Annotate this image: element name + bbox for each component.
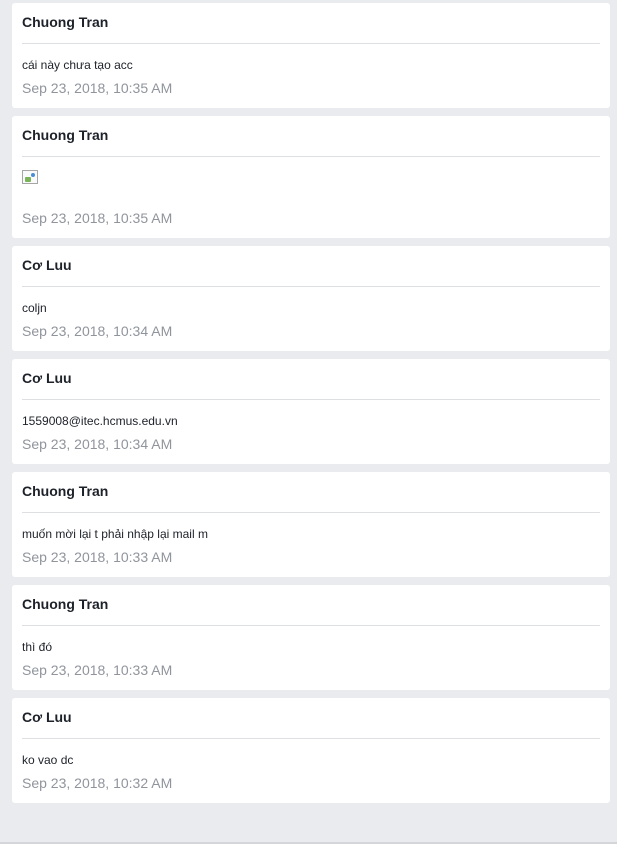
message-card: Cơ Luu coljn Sep 23, 2018, 10:34 AM [12, 246, 610, 351]
message-text: muốn mời lại t phải nhập lại mail m [22, 527, 208, 541]
message-text: 1559008@itec.hcmus.edu.vn [22, 414, 178, 428]
message-author[interactable]: Cơ Luu [22, 698, 600, 739]
message-timestamp[interactable]: Sep 23, 2018, 10:33 AM [22, 541, 600, 577]
message-text: coljn [22, 301, 47, 315]
message-text: ko vao dc [22, 753, 74, 767]
message-card: Chuong Tran thì đó Sep 23, 2018, 10:33 A… [12, 585, 610, 690]
message-timestamp[interactable]: Sep 23, 2018, 10:34 AM [22, 428, 600, 464]
message-timestamp[interactable]: Sep 23, 2018, 10:35 AM [22, 72, 600, 108]
message-attachment [22, 157, 600, 202]
message-card: Chuong Tran cái này chưa tạo acc Sep 23,… [12, 3, 610, 108]
broken-image-icon[interactable] [22, 170, 38, 184]
message-author[interactable]: Cơ Luu [22, 246, 600, 287]
message-card: Chuong Tran Sep 23, 2018, 10:35 AM [12, 116, 610, 238]
message-text: thì đó [22, 640, 53, 654]
message-timestamp[interactable]: Sep 23, 2018, 10:35 AM [22, 202, 600, 238]
message-author[interactable]: Chuong Tran [22, 3, 600, 44]
message-author[interactable]: Cơ Luu [22, 359, 600, 400]
message-feed: Chuong Tran cái này chưa tạo acc Sep 23,… [12, 3, 610, 811]
message-card: Chuong Tran muốn mời lại t phải nhập lại… [12, 472, 610, 577]
message-author[interactable]: Chuong Tran [22, 472, 600, 513]
message-card: Cơ Luu 1559008@itec.hcmus.edu.vn Sep 23,… [12, 359, 610, 464]
message-timestamp[interactable]: Sep 23, 2018, 10:33 AM [22, 654, 600, 690]
message-timestamp[interactable]: Sep 23, 2018, 10:32 AM [22, 767, 600, 803]
message-author[interactable]: Chuong Tran [22, 116, 600, 157]
message-author[interactable]: Chuong Tran [22, 585, 600, 626]
message-text: cái này chưa tạo acc [22, 58, 133, 72]
message-timestamp[interactable]: Sep 23, 2018, 10:34 AM [22, 315, 600, 351]
message-card: Cơ Luu ko vao dc Sep 23, 2018, 10:32 AM [12, 698, 610, 803]
